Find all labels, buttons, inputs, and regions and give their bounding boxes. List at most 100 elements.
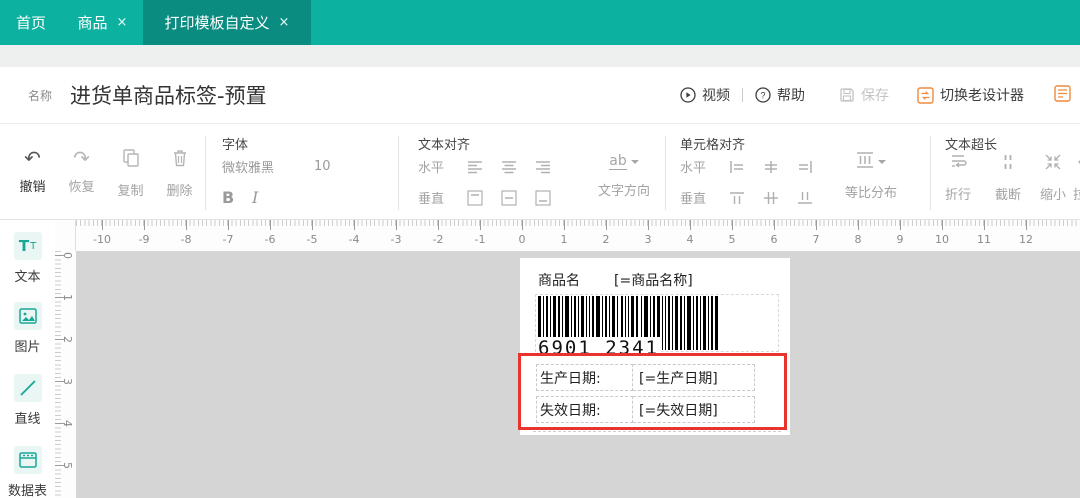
font-section-header: 字体 — [222, 134, 248, 153]
caret-down-icon — [878, 160, 886, 164]
cell-valign-middle-icon[interactable] — [754, 191, 788, 205]
cell-align-header: 单元格对齐 — [680, 134, 745, 153]
distribute-label: 等比分布 — [845, 182, 897, 201]
shrink-button[interactable]: 缩小 — [1040, 154, 1066, 203]
line-tool[interactable]: 直线 — [0, 374, 55, 427]
divider — [398, 136, 399, 210]
question-circle-icon: ? — [755, 87, 771, 103]
text-direction-icon: ab — [609, 154, 626, 170]
top-tab-bar: 首页 商品 × 打印模板自定义 × — [0, 0, 1080, 45]
cell-align-center-icon[interactable] — [754, 160, 788, 174]
truncate-icon — [1000, 154, 1016, 174]
divider — [665, 136, 666, 210]
history-group: ↶ 撤销 ↷ 恢复 复制 删除 — [8, 148, 204, 199]
name-label: 名称 — [28, 87, 52, 104]
production-date-field: [=生产日期] — [633, 364, 755, 391]
cell-align-left-icon[interactable] — [720, 160, 754, 174]
text-overflow-header: 文本超长 — [945, 134, 997, 153]
v-ruler: 012345 — [55, 251, 76, 498]
product-name-field: [=商品名称] — [614, 270, 693, 290]
production-date-label: 生产日期: — [536, 364, 633, 391]
font-section: 字体 微软雅黑 10 B I — [222, 124, 382, 220]
video-label: 视频 — [702, 85, 730, 105]
cell-valign-bottom-icon[interactable] — [788, 191, 822, 205]
font-family-select[interactable]: 微软雅黑 — [222, 157, 314, 176]
copy-icon — [122, 148, 140, 172]
trash-icon — [171, 148, 189, 172]
switch-old-label: 切换老设计器 — [940, 85, 1024, 105]
truncate-button[interactable]: 截断 — [995, 154, 1021, 203]
stretch-button-clipped[interactable]: 拉伸 — [1073, 154, 1080, 203]
divider — [742, 88, 743, 102]
image-tool[interactable]: 图片 — [0, 302, 55, 355]
product-name-row[interactable]: 商品名 [=商品名称] — [538, 270, 693, 290]
undo-icon: ↶ — [24, 148, 41, 168]
ruler-corner — [55, 220, 76, 251]
align-right-icon[interactable] — [526, 160, 560, 174]
cell-align-right-icon[interactable] — [788, 160, 822, 174]
undo-button[interactable]: ↶ 撤销 — [8, 148, 57, 199]
line-tool-icon — [14, 374, 42, 402]
help-button[interactable]: ? 帮助 — [755, 85, 805, 105]
bold-button[interactable]: B — [222, 188, 252, 207]
vertical-label: 垂直 — [680, 188, 720, 207]
designer-toolbar: ↶ 撤销 ↷ 恢复 复制 删除 字体 微软雅黑 10 B I — [0, 124, 1080, 220]
expiry-date-label: 失效日期: — [536, 396, 633, 423]
text-direction-label: 文字方向 — [598, 180, 650, 199]
redo-button[interactable]: ↷ 恢复 — [57, 148, 106, 199]
video-button[interactable]: 视频 — [680, 85, 730, 105]
dashed-bottom-edge — [533, 431, 781, 432]
save-button[interactable]: 保存 — [839, 85, 889, 105]
text-direction-button[interactable]: ab 文字方向 — [598, 154, 650, 199]
cell-align-section: 单元格对齐 水平 垂直 — [680, 124, 925, 220]
save-label: 保存 — [861, 85, 889, 105]
label-template[interactable]: 商品名 [=商品名称] 6901 2341 生产日期: [=生产日期] 失效日期… — [520, 258, 790, 435]
distribute-evenly-button[interactable]: 等比分布 — [845, 152, 897, 201]
tab-print-template[interactable]: 打印模板自定义 × — [143, 0, 311, 45]
barcode-digits[interactable]: 6901 2341 — [536, 337, 661, 359]
svg-text:?: ? — [760, 91, 765, 101]
horizontal-label: 水平 — [418, 157, 458, 176]
production-date-row[interactable]: 生产日期: [=生产日期] — [536, 364, 755, 391]
valign-middle-icon[interactable] — [492, 190, 526, 206]
h-ruler: -10-9-8-7-6-5-4-3-2-10123456789101112 — [76, 220, 1080, 251]
align-center-icon[interactable] — [492, 160, 526, 174]
copy-button[interactable]: 复制 — [106, 148, 155, 199]
align-left-icon[interactable] — [458, 160, 492, 174]
clipped-action-icon[interactable] — [1054, 85, 1080, 106]
text-overflow-section: 文本超长 折行 截断 缩小 拉伸 — [945, 124, 1080, 220]
horizontal-label: 水平 — [680, 157, 720, 176]
text-tool[interactable]: TT 文本 — [0, 232, 55, 285]
delete-button[interactable]: 删除 — [155, 148, 204, 199]
tab-print-template-label: 打印模板自定义 — [165, 12, 270, 33]
divider — [930, 136, 931, 210]
wrap-line-button[interactable]: 折行 — [945, 154, 971, 203]
redo-icon: ↷ — [73, 148, 90, 168]
text-align-section: 文本对齐 水平 垂直 ab 文字方向 — [418, 124, 658, 220]
vertical-label: 垂直 — [418, 188, 458, 207]
tab-home-label: 首页 — [16, 12, 46, 33]
data-table-tool[interactable]: 数据表 — [0, 446, 55, 498]
close-icon[interactable]: × — [279, 16, 290, 29]
title-bar: 名称 进货单商品标签-预置 视频 ? 帮助 保存 切换老设计 — [0, 67, 1080, 124]
tab-home[interactable]: 首页 — [0, 0, 62, 45]
valign-top-icon[interactable] — [458, 190, 492, 206]
tab-products-label: 商品 — [78, 12, 108, 33]
tab-products[interactable]: 商品 × — [62, 0, 143, 45]
switch-old-designer-button[interactable]: 切换老设计器 — [917, 85, 1024, 105]
title-actions: 视频 ? 帮助 保存 切换老设计器 — [680, 67, 1080, 123]
text-tool-icon: TT — [14, 232, 42, 260]
font-size-select[interactable]: 10 — [314, 159, 331, 174]
save-floppy-icon — [839, 87, 855, 103]
product-name-label: 商品名 — [538, 270, 580, 290]
template-canvas[interactable]: 商品名 [=商品名称] 6901 2341 生产日期: [=生产日期] 失效日期… — [76, 251, 1080, 498]
page-title: 进货单商品标签-预置 — [70, 80, 267, 110]
cell-valign-top-icon[interactable] — [720, 191, 754, 205]
valign-bottom-icon[interactable] — [526, 190, 560, 206]
italic-button[interactable]: I — [252, 188, 258, 207]
image-tool-icon — [14, 302, 42, 330]
caret-down-icon — [631, 160, 639, 164]
close-icon[interactable]: × — [117, 16, 128, 29]
expiry-date-row[interactable]: 失效日期: [=失效日期] — [536, 396, 755, 423]
data-table-tool-icon — [14, 446, 42, 474]
